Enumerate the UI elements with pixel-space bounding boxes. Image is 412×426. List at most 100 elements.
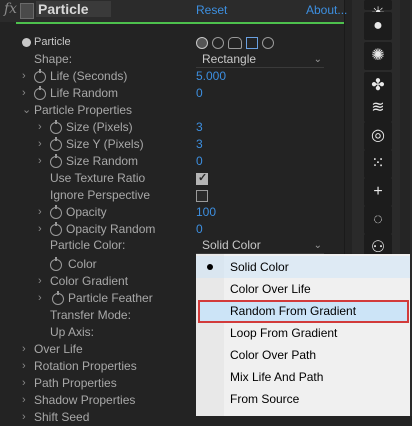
particle-color-row: Particle Color: Solid Color ⌄ xyxy=(0,237,344,254)
ignore-perspective-checkbox[interactable] xyxy=(196,190,208,202)
opacity-value[interactable]: 100 xyxy=(196,204,216,221)
size-random-label: Size Random xyxy=(66,154,139,168)
stopwatch-icon[interactable] xyxy=(50,257,62,271)
expand-arrow-icon[interactable]: › xyxy=(38,273,42,290)
menu-item-label: Loop From Gradient xyxy=(230,326,338,340)
menu-item-label: Solid Color xyxy=(230,260,289,274)
stopwatch-icon[interactable] xyxy=(50,137,62,151)
life-value[interactable]: 5.000 xyxy=(196,68,226,85)
stopwatch-icon[interactable] xyxy=(34,86,46,100)
dashed-circle-icon[interactable]: ◌ xyxy=(364,206,392,234)
menu-item-random-from-gradient[interactable]: Random From Gradient xyxy=(196,300,410,323)
menu-item-color-over-life[interactable]: Color Over Life xyxy=(196,278,410,300)
particle-label: Particle xyxy=(34,36,71,48)
life-random-row: › Life Random 0 xyxy=(0,85,344,102)
radio-icon[interactable] xyxy=(212,37,224,49)
shape-select[interactable]: Rectangle ⌄ xyxy=(196,52,324,68)
expand-arrow-icon[interactable]: › xyxy=(38,153,42,170)
size-row: › Size (Pixels) 3 xyxy=(0,119,344,136)
particle-dot-icon xyxy=(22,38,31,47)
shape-value: Rectangle xyxy=(202,52,257,66)
stopwatch-icon[interactable] xyxy=(50,120,62,134)
shape-label: Shape: xyxy=(34,52,73,66)
ignore-perspective-label: Ignore Perspective xyxy=(50,188,151,202)
shadow-properties-label[interactable]: Shadow Properties xyxy=(34,392,135,409)
effect-header: fx Particle Reset About... xyxy=(0,0,347,22)
particle-properties-row: ⌄ Particle Properties xyxy=(0,102,344,119)
menu-item-label: Random From Gradient xyxy=(230,304,357,318)
particle-feather-label: Particle Feather xyxy=(68,291,153,305)
menu-item-label: Color Over Life xyxy=(230,282,311,296)
expand-arrow-icon[interactable]: › xyxy=(38,119,42,136)
expand-arrow-icon[interactable]: › xyxy=(38,204,42,221)
stopwatch-icon[interactable] xyxy=(34,69,46,83)
size-y-value[interactable]: 3 xyxy=(196,136,203,153)
selected-dot-icon xyxy=(207,264,213,270)
over-life-label[interactable]: Over Life xyxy=(34,341,83,358)
sun-icon[interactable]: ☀ xyxy=(364,0,392,22)
stopwatch-icon[interactable] xyxy=(50,222,62,236)
menu-item-loop-from-gradient[interactable]: Loop From Gradient xyxy=(196,322,410,344)
expand-arrow-icon[interactable]: › xyxy=(22,375,26,392)
ignore-perspective-row: Ignore Perspective xyxy=(0,187,344,204)
selected-bg xyxy=(196,256,410,278)
expand-arrow-icon[interactable]: › xyxy=(22,68,26,85)
menu-item-color-over-path[interactable]: Color Over Path xyxy=(196,344,410,366)
about-link[interactable]: About... xyxy=(306,3,347,17)
life-label: Life (Seconds) xyxy=(50,69,128,83)
expand-arrow-icon[interactable]: › xyxy=(38,221,42,238)
effect-name[interactable]: Particle xyxy=(36,1,111,17)
opacity-random-label: Opacity Random xyxy=(66,222,156,236)
life-random-label: Life Random xyxy=(50,86,119,100)
circle-icon[interactable]: ● xyxy=(364,12,392,40)
opacity-random-value[interactable]: 0 xyxy=(196,221,203,238)
life-random-value[interactable]: 0 xyxy=(196,85,203,102)
plus-icon[interactable]: + xyxy=(364,178,392,206)
reset-link[interactable]: Reset xyxy=(196,3,227,17)
menu-item-mix-life-and-path[interactable]: Mix Life And Path xyxy=(196,366,410,388)
menu-item-solid-color[interactable]: Solid Color xyxy=(196,256,410,278)
stopwatch-icon[interactable] xyxy=(50,154,62,168)
shift-seed-label[interactable]: Shift Seed xyxy=(34,409,89,426)
particle-row: Particle xyxy=(0,34,344,51)
bounds-icon[interactable] xyxy=(246,37,258,49)
up-axis-label: Up Axis: xyxy=(50,325,95,339)
waves-icon[interactable]: ≋ xyxy=(364,94,392,122)
size-y-label: Size Y (Pixels) xyxy=(66,137,144,151)
use-texture-ratio-checkbox[interactable] xyxy=(196,170,208,187)
opacity-label: Opacity xyxy=(66,205,107,219)
menu-item-from-source[interactable]: From Source xyxy=(196,388,410,410)
dots-icon[interactable]: ⁙ xyxy=(364,150,392,178)
expand-arrow-icon[interactable]: › xyxy=(22,358,26,375)
size-value[interactable]: 3 xyxy=(196,119,203,136)
path-properties-label[interactable]: Path Properties xyxy=(34,375,117,392)
particle-color-value: Solid Color xyxy=(202,238,261,252)
target-icon[interactable] xyxy=(262,37,274,49)
collapse-arrow-icon[interactable]: ⌄ xyxy=(22,102,31,119)
rotation-properties-label[interactable]: Rotation Properties xyxy=(34,358,137,375)
particle-properties-label[interactable]: Particle Properties xyxy=(34,102,132,119)
particle-color-label: Particle Color: xyxy=(50,238,126,252)
expand-arrow-icon[interactable]: › xyxy=(22,409,26,426)
particle-color-select[interactable]: Solid Color ⌄ xyxy=(196,238,324,254)
cloud-icon[interactable] xyxy=(228,37,242,49)
menu-item-label: Color Over Path xyxy=(230,348,317,362)
expand-arrow-icon[interactable]: › xyxy=(22,341,26,358)
expand-arrow-icon[interactable]: › xyxy=(22,85,26,102)
sphere-icon[interactable] xyxy=(196,37,208,49)
stopwatch-icon[interactable] xyxy=(50,205,62,219)
stopwatch-icon[interactable] xyxy=(52,291,64,305)
color-gradient-label[interactable]: Color Gradient xyxy=(50,273,128,290)
size-random-value[interactable]: 0 xyxy=(196,153,203,170)
fx-icon[interactable]: fx xyxy=(4,1,17,17)
menu-item-label: Mix Life And Path xyxy=(230,370,324,384)
expand-arrow-icon[interactable]: › xyxy=(38,136,42,153)
size-y-row: › Size Y (Pixels) 3 xyxy=(0,136,344,153)
expand-arrow-icon[interactable]: › xyxy=(22,392,26,409)
opacity-row: › Opacity 100 xyxy=(0,204,344,221)
particle-color-dropdown: Solid Color Color Over Life Random From … xyxy=(196,254,410,416)
effect-enable-checkbox[interactable] xyxy=(20,3,34,19)
burst-icon[interactable]: ✺ xyxy=(364,42,392,70)
expand-arrow-icon[interactable]: › xyxy=(38,290,42,307)
rings-icon[interactable]: ◎ xyxy=(364,122,392,150)
